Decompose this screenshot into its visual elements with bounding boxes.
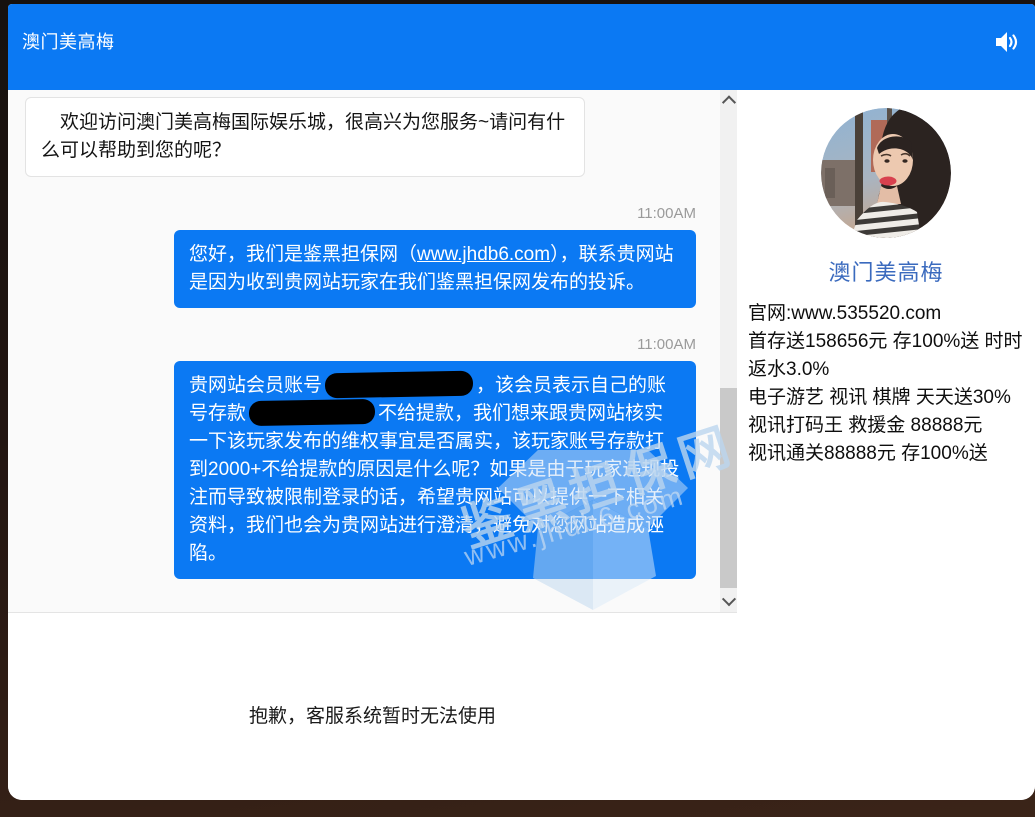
agent-avatar: [821, 108, 951, 238]
scroll-down-button[interactable]: [720, 593, 737, 611]
sent-message: 您好，我们是鉴黑担保网（www.jhdb6.com），联系贵网站是因为收到贵网站…: [174, 230, 696, 308]
message-list: 欢迎访问澳门美高梅国际娱乐城，很高兴为您服务~请问有什么可以帮助到您的呢？ 11:…: [8, 90, 720, 579]
sent-message: 贵网站会员账号，该会员表示自己的账号存款不给提款，我们想来跟贵网站核实一下该玩家…: [174, 361, 696, 579]
agent-name: 澳门美高梅: [828, 255, 943, 287]
scroll-up-button[interactable]: [720, 92, 737, 110]
scrollbar-track[interactable]: [720, 90, 737, 613]
message-link[interactable]: www.jhdb6.com: [417, 244, 550, 265]
promo-line: 首存送158656元 存100%送 时时返水3.0%: [748, 328, 1027, 384]
app-body: 欢迎访问澳门美高梅国际娱乐城，很高兴为您服务~请问有什么可以帮助到您的呢？ 11:…: [8, 90, 1035, 800]
agent-sidebar: 澳门美高梅 官网:www.535520.com首存送158656元 存100%送…: [737, 90, 1035, 800]
received-message: 欢迎访问澳门美高梅国际娱乐城，很高兴为您服务~请问有什么可以帮助到您的呢？: [25, 97, 585, 177]
system-message: 抱歉，客服系统暂时无法使用: [8, 701, 737, 728]
promo-line: 电子游艺 视讯 棋牌 天天送30%: [748, 384, 1027, 412]
promo-line: 视讯通关88888元 存100%送: [748, 440, 1027, 468]
app-header: 澳门美高梅: [8, 4, 1035, 90]
chevron-down-icon: [721, 592, 735, 606]
chat-column: 欢迎访问澳门美高梅国际娱乐城，很高兴为您服务~请问有什么可以帮助到您的呢？ 11:…: [8, 90, 737, 800]
redaction-bar: [325, 371, 473, 399]
message-timestamp: 11:00AM: [8, 336, 696, 353]
volume-icon[interactable]: [993, 30, 1019, 54]
message-timestamp: 11:00AM: [8, 205, 696, 222]
redaction-bar: [249, 399, 375, 426]
chat-area: 欢迎访问澳门美高梅国际娱乐城，很高兴为您服务~请问有什么可以帮助到您的呢？ 11:…: [8, 90, 737, 613]
scrollbar-thumb[interactable]: [720, 388, 737, 588]
chat-app-window: 澳门美高梅 欢迎访问澳门美高梅国际娱乐城，很高兴为您服务~请问有什么可以帮助到您…: [8, 4, 1035, 800]
input-disabled-area: 抱歉，客服系统暂时无法使用: [8, 613, 737, 800]
promo-lines: 官网:www.535520.com首存送158656元 存100%送 时时返水3…: [737, 287, 1035, 468]
promo-line: 视讯打码王 救援金 88888元: [748, 412, 1027, 440]
promo-line: 官网:www.535520.com: [748, 300, 1027, 328]
chevron-up-icon: [721, 95, 735, 109]
page-title: 澳门美高梅: [22, 28, 115, 54]
